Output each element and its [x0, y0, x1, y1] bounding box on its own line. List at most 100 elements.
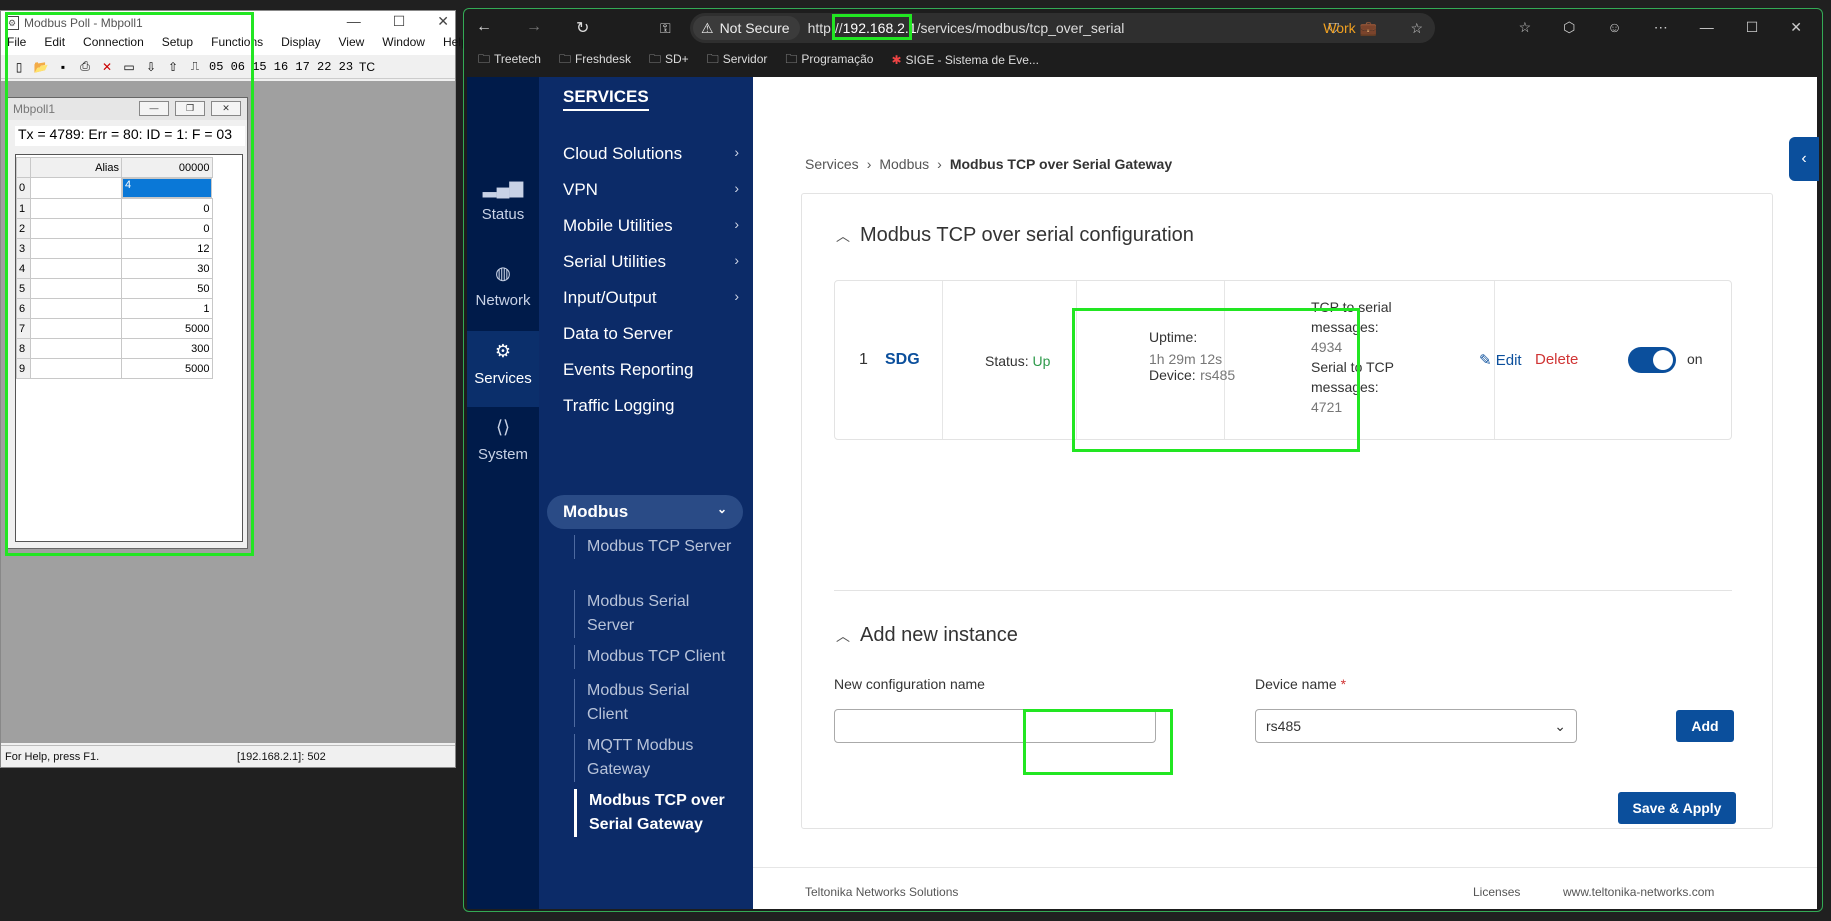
bookmark-programacao[interactable]: 🗀 Programação: [785, 50, 873, 71]
value-cell[interactable]: 4: [122, 178, 212, 198]
value-cell[interactable]: 1: [121, 298, 213, 319]
sidebar-item-input-output[interactable]: Input/Output ›: [563, 288, 739, 308]
footer-site[interactable]: www.teltonika-networks.com: [1563, 885, 1714, 899]
menu-connection[interactable]: Connection: [83, 35, 144, 55]
table-row[interactable]: 04: [16, 177, 212, 199]
sub-item-modbus-tcp-client[interactable]: Modbus TCP Client: [574, 645, 734, 669]
table-row[interactable]: 10: [16, 198, 213, 219]
menu-setup[interactable]: Setup: [162, 35, 193, 55]
rail-services[interactable]: ⚙ Services: [467, 331, 539, 407]
rail-status[interactable]: ▂▄▆ Status: [467, 177, 539, 237]
menu-file[interactable]: File: [7, 35, 26, 55]
sub-item-mqtt-modbus-gateway[interactable]: MQTT Modbus Gateway: [574, 734, 734, 782]
value-cell[interactable]: 50: [121, 278, 213, 299]
more-icon[interactable]: ⋯: [1654, 19, 1668, 36]
minimize-icon[interactable]: —: [1700, 19, 1714, 36]
rail-network[interactable]: ◍ Network: [467, 263, 539, 323]
reload-icon[interactable]: ↻: [576, 18, 589, 38]
profile-avatar-icon[interactable]: ☺: [1607, 19, 1621, 36]
print-icon[interactable]: ⎙: [77, 59, 93, 75]
device-name-select[interactable]: rs485 ⌄: [1255, 709, 1577, 743]
menu-display[interactable]: Display: [281, 35, 320, 55]
favorites-icon[interactable]: ☆: [1519, 19, 1532, 36]
value-cell[interactable]: 0: [121, 218, 213, 239]
window-icon[interactable]: ▭: [121, 59, 137, 75]
save-apply-button[interactable]: Save & Apply: [1618, 792, 1736, 824]
work-profile[interactable]: Work 💼: [1323, 20, 1377, 37]
table-row[interactable]: 9 5000: [16, 358, 213, 379]
mbpoll1-child-window[interactable]: Mbpoll1 — ❐ ✕ Tx = 4789: Err = 80: ID = …: [6, 97, 248, 549]
table-row[interactable]: 20: [16, 218, 213, 239]
extensions-icon[interactable]: ⬡: [1563, 19, 1575, 36]
function-codes[interactable]: 05 06 15 16 17 22 23: [209, 60, 353, 74]
alias-cell[interactable]: [30, 218, 122, 239]
pulse-icon[interactable]: ⎍: [187, 59, 203, 75]
maximize-icon[interactable]: ☐: [1746, 19, 1759, 36]
write-icon[interactable]: ⇧: [165, 59, 181, 75]
child-minimize-icon[interactable]: —: [139, 101, 169, 116]
menu-window[interactable]: Window: [382, 35, 425, 55]
table-row[interactable]: 61: [16, 298, 213, 319]
value-cell[interactable]: 300: [121, 338, 213, 359]
register-grid[interactable]: Alias 00000 0 4 1 0 2 0 3 12 4 30 5 50 6 1 7 5000 8 300 9 5…: [15, 154, 243, 542]
alias-cell[interactable]: [30, 258, 122, 279]
bookmark-treetech[interactable]: 🗀 Treetech: [478, 50, 541, 71]
sub-item-modbus-tcp-over-serial[interactable]: Modbus TCP over Serial Gateway: [574, 789, 734, 837]
save-icon[interactable]: ▪: [55, 59, 71, 75]
footer-licenses[interactable]: Licenses: [1473, 885, 1520, 899]
not-secure-badge[interactable]: ⚠ Not Secure: [693, 16, 800, 40]
menu-view[interactable]: View: [339, 35, 365, 55]
sidebar-item-mobile-utilities[interactable]: Mobile Utilities ›: [563, 216, 739, 236]
rail-system[interactable]: ⟨⟩ System: [467, 417, 539, 477]
table-row[interactable]: 3 12: [16, 238, 213, 259]
value-cell[interactable]: 0: [121, 198, 213, 219]
open-icon[interactable]: 📂: [33, 59, 49, 75]
new-icon[interactable]: ▯: [11, 59, 27, 75]
sidebar-item-traffic-logging[interactable]: Traffic Logging: [563, 396, 739, 416]
bookmark-sige[interactable]: ✱ SIGE - Sistema de Eve...: [891, 53, 1038, 67]
alias-cell[interactable]: [30, 338, 122, 359]
url-text[interactable]: http://192.168.2.1/services/modbus/tcp_o…: [808, 20, 1125, 36]
bookmark-add-icon[interactable]: ☆: [1410, 20, 1423, 37]
alias-cell[interactable]: [30, 358, 122, 379]
sub-item-modbus-serial-server[interactable]: Modbus Serial Server: [574, 590, 734, 638]
sidebar-item-vpn[interactable]: VPN ›: [563, 180, 739, 200]
child-restore-icon[interactable]: ❐: [175, 101, 205, 116]
sidebar-item-events-reporting[interactable]: Events Reporting: [563, 360, 739, 380]
value-cell[interactable]: 5000: [121, 358, 213, 379]
key-icon[interactable]: ⚿: [660, 20, 671, 37]
config-section-header[interactable]: ︿ Modbus TCP over serial configuration: [836, 224, 1194, 247]
config-name-input[interactable]: [834, 709, 1156, 743]
add-button[interactable]: Add: [1676, 710, 1734, 742]
menu-functions[interactable]: Functions: [211, 35, 263, 55]
close-icon[interactable]: ✕: [437, 13, 449, 30]
alias-cell[interactable]: [30, 318, 122, 339]
instance-enable-toggle[interactable]: [1628, 347, 1676, 373]
sidebar-item-serial-utilities[interactable]: Serial Utilities ›: [563, 252, 739, 272]
add-section-header[interactable]: ︿ Add new instance: [836, 624, 1018, 647]
maximize-icon[interactable]: ☐: [393, 13, 406, 30]
sidebar-item-cloud-solutions[interactable]: Cloud Solutions ›: [563, 144, 739, 164]
minimize-icon[interactable]: —: [347, 13, 361, 30]
alias-cell[interactable]: [30, 298, 122, 319]
menu-edit[interactable]: Edit: [44, 35, 65, 55]
url-bar[interactable]: ⚠ Not Secure http://192.168.2.1/services/…: [690, 13, 1435, 43]
value-cell[interactable]: 12: [121, 238, 213, 259]
alias-cell[interactable]: [30, 198, 122, 219]
read-icon[interactable]: ⇩: [143, 59, 159, 75]
table-row[interactable]: 7 5000: [16, 318, 213, 339]
tc-button[interactable]: TC: [359, 60, 375, 74]
sub-item-modbus-tcp-server[interactable]: Modbus TCP Server: [574, 535, 734, 559]
forward-icon[interactable]: →: [526, 18, 542, 38]
back-icon[interactable]: ←: [476, 18, 492, 38]
collapse-panel-button[interactable]: ‹: [1789, 137, 1819, 181]
table-row[interactable]: 5 50: [16, 278, 213, 299]
disconnect-icon[interactable]: ✕: [99, 59, 115, 75]
bookmark-freshdesk[interactable]: 🗀 Freshdesk: [559, 50, 631, 71]
crumb-services[interactable]: Services: [805, 156, 859, 172]
sub-item-modbus-serial-client[interactable]: Modbus Serial Client: [574, 679, 734, 727]
instance-name[interactable]: SDG: [885, 351, 920, 369]
bookmark-sdplus[interactable]: 🗀 SD+: [649, 50, 689, 71]
alias-cell[interactable]: [30, 238, 122, 259]
bookmark-servidor[interactable]: 🗀 Servidor: [707, 50, 768, 71]
